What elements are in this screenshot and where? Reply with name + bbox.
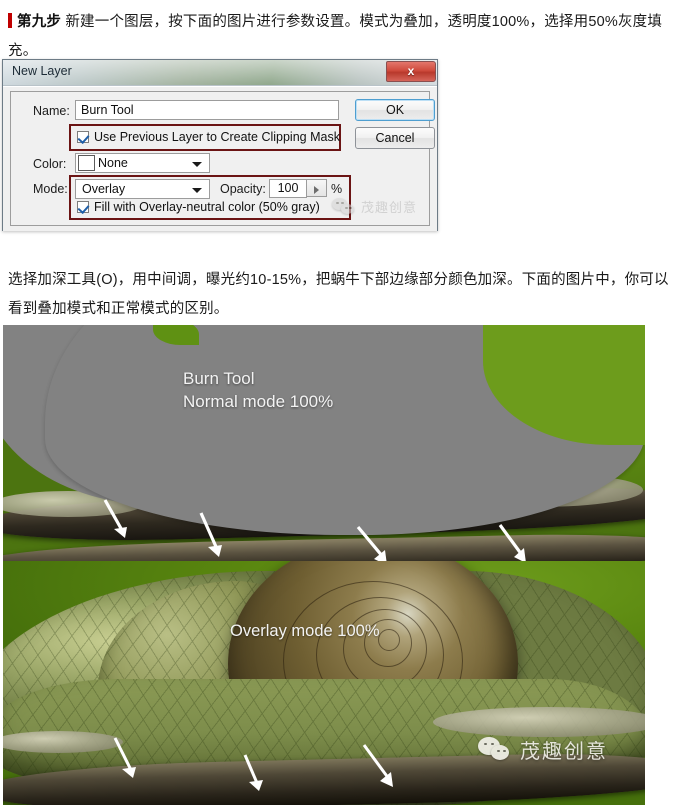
step-bullet-marker bbox=[8, 13, 12, 28]
color-dropdown[interactable]: None bbox=[75, 153, 210, 173]
ok-button[interactable]: OK bbox=[355, 99, 435, 121]
photo-label-overlay-mode: Overlay mode 100% bbox=[230, 622, 380, 640]
close-icon[interactable]: x bbox=[386, 61, 436, 82]
color-label: Color: bbox=[33, 157, 67, 171]
blend-mode-dropdown[interactable]: Overlay bbox=[75, 179, 210, 199]
fill-neutral-label: Fill with Overlay-neutral color (50% gra… bbox=[94, 200, 320, 214]
watermark-large-text: 茂趣创意 bbox=[520, 741, 608, 763]
step-body-text: 新建一个图层，按下面的图片进行参数设置。模式为叠加，透明度100%，选择用50%… bbox=[8, 14, 663, 59]
opacity-input[interactable]: 100 bbox=[269, 179, 307, 198]
dialog-titlebar: New Layer x bbox=[3, 60, 437, 86]
step-label: 第九步 bbox=[17, 14, 62, 30]
watermark-small-text: 茂趣创意 bbox=[361, 200, 418, 215]
layer-name-input[interactable]: Burn Tool bbox=[75, 100, 339, 120]
annotation-arrow bbox=[361, 743, 405, 795]
cancel-button[interactable]: Cancel bbox=[355, 127, 435, 149]
page-root: 第九步 新建一个图层，按下面的图片进行参数设置。模式为叠加，透明度100%，选择… bbox=[0, 0, 678, 805]
chevron-down-icon bbox=[192, 188, 202, 193]
photo-panel-normal-mode bbox=[3, 325, 645, 561]
annotation-arrow bbox=[101, 498, 135, 542]
instruction-paragraph-2: 选择加深工具(O)，用中间调，曝光约10-15%，把蜗牛下部边缘部分颜色加深。下… bbox=[8, 272, 669, 317]
color-value: None bbox=[98, 156, 128, 170]
annotation-arrow bbox=[497, 523, 537, 561]
annotation-arrow bbox=[241, 753, 271, 799]
name-label: Name: bbox=[33, 104, 70, 118]
mode-label: Mode: bbox=[33, 182, 68, 196]
opacity-label: Opacity: bbox=[220, 182, 266, 196]
blend-mode-value: Overlay bbox=[82, 182, 126, 196]
color-swatch-icon bbox=[78, 155, 95, 171]
percent-label: % bbox=[331, 182, 343, 196]
instruction-step-heading: 第九步 新建一个图层，按下面的图片进行参数设置。模式为叠加，透明度100%，选择… bbox=[8, 8, 672, 66]
annotation-arrow bbox=[111, 736, 145, 784]
wechat-icon bbox=[478, 736, 512, 763]
clipping-mask-checkbox[interactable] bbox=[77, 131, 89, 143]
annotation-arrow bbox=[197, 511, 231, 561]
wechat-icon bbox=[332, 197, 356, 216]
watermark-small: 茂趣创意 bbox=[332, 197, 417, 216]
fill-neutral-checkbox[interactable] bbox=[77, 201, 89, 213]
opacity-stepper[interactable] bbox=[307, 179, 327, 197]
dialog-title: New Layer bbox=[12, 64, 72, 78]
photo-label-normal-mode: Burn Tool Normal mode 100% bbox=[183, 369, 334, 411]
watermark-large: 茂趣创意 bbox=[478, 735, 608, 764]
chevron-down-icon bbox=[192, 162, 202, 167]
clipping-mask-label: Use Previous Layer to Create Clipping Ma… bbox=[94, 130, 340, 144]
annotation-arrow bbox=[355, 525, 399, 561]
photo-panel-overlay-mode bbox=[3, 561, 645, 805]
